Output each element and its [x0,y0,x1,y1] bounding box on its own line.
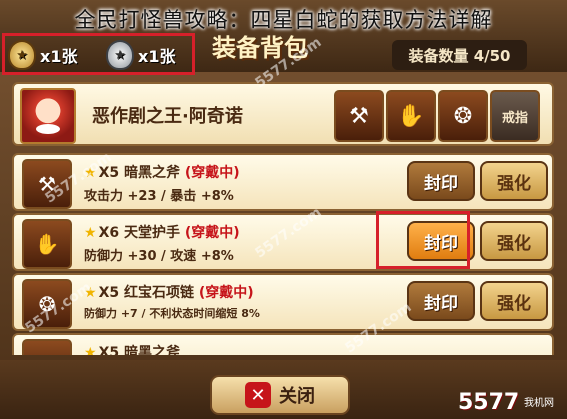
item-name: 天堂护手 [123,225,180,241]
axe-icon: ⚒ [22,339,72,355]
star-icon: ★ [84,345,97,355]
star-icon: ★ [84,225,97,241]
item-name: 暗黑之斧 [123,165,180,181]
item-stats: 攻击力 +23 / 暴击 +8% [84,189,234,204]
equip-slot-ruby-necklace-icon[interactable]: ❂ [438,90,488,142]
enhance-button[interactable]: 强化 [480,161,548,201]
enhance-button[interactable]: 强化 [480,221,548,261]
hero-avatar[interactable] [20,88,76,144]
equip-slot-ring[interactable]: 戒指 [490,90,540,142]
close-label: 关闭 [279,386,315,407]
list-item[interactable]: ❂ ★ X5 红宝石项链 (穿戴中) 防御力 +7 / 不利状态时间缩短 8% 封… [12,273,554,331]
glove-icon: ✋ [22,219,72,269]
currency-highlight-box [2,33,195,75]
item-stats: 防御力 +7 / 不利状态时间缩短 8% [84,307,260,320]
hero-row: 恶作剧之王·阿奇诺 ⚒ ✋ ❂ 戒指 [12,82,554,146]
equipped-status: (穿戴中) [184,165,240,181]
enhance-button[interactable]: 强化 [480,281,548,321]
site-logo: 5577 [458,390,520,415]
close-button[interactable]: ✕ 关闭 [210,375,350,415]
seal-button[interactable]: 封印 [407,281,475,321]
item-stats: 防御力 +30 / 攻速 +8% [84,249,234,264]
equipment-count: 装备数量 4/50 [392,40,527,70]
item-title: ★ X5 暗黑之斧 [84,342,180,355]
equipped-status: (穿戴中) [198,285,254,301]
page-caption: 全民打怪兽攻略：四星白蛇的获取方法详解 [74,8,493,32]
equipped-status: (穿戴中) [184,225,240,241]
close-icon: ✕ [245,382,271,408]
equipment-list[interactable]: ⚒ ★ X5 暗黑之斧 (穿戴中) 攻击力 +23 / 暴击 +8% 封印 强化 … [12,153,554,355]
equip-slot-glove-icon[interactable]: ✋ [386,90,436,142]
item-name: 红宝石项链 [123,285,194,301]
list-item[interactable]: ⚒ ★X5 暗黑之斧 [12,333,554,355]
seal-button[interactable]: 封印 [407,161,475,201]
site-logo-subtitle: 我机网 [524,398,554,409]
item-title: ★ X5 红宝石项链 (穿戴中) [84,285,254,301]
item-name: 暗黑之斧 [123,345,180,355]
hero-name: 恶作剧之王·阿奇诺 [92,106,243,127]
seal-button-highlight-box [376,211,470,269]
equip-slot-axe-icon[interactable]: ⚒ [334,90,384,142]
item-title: ★ X6 天堂护手 (穿戴中) [84,225,240,241]
